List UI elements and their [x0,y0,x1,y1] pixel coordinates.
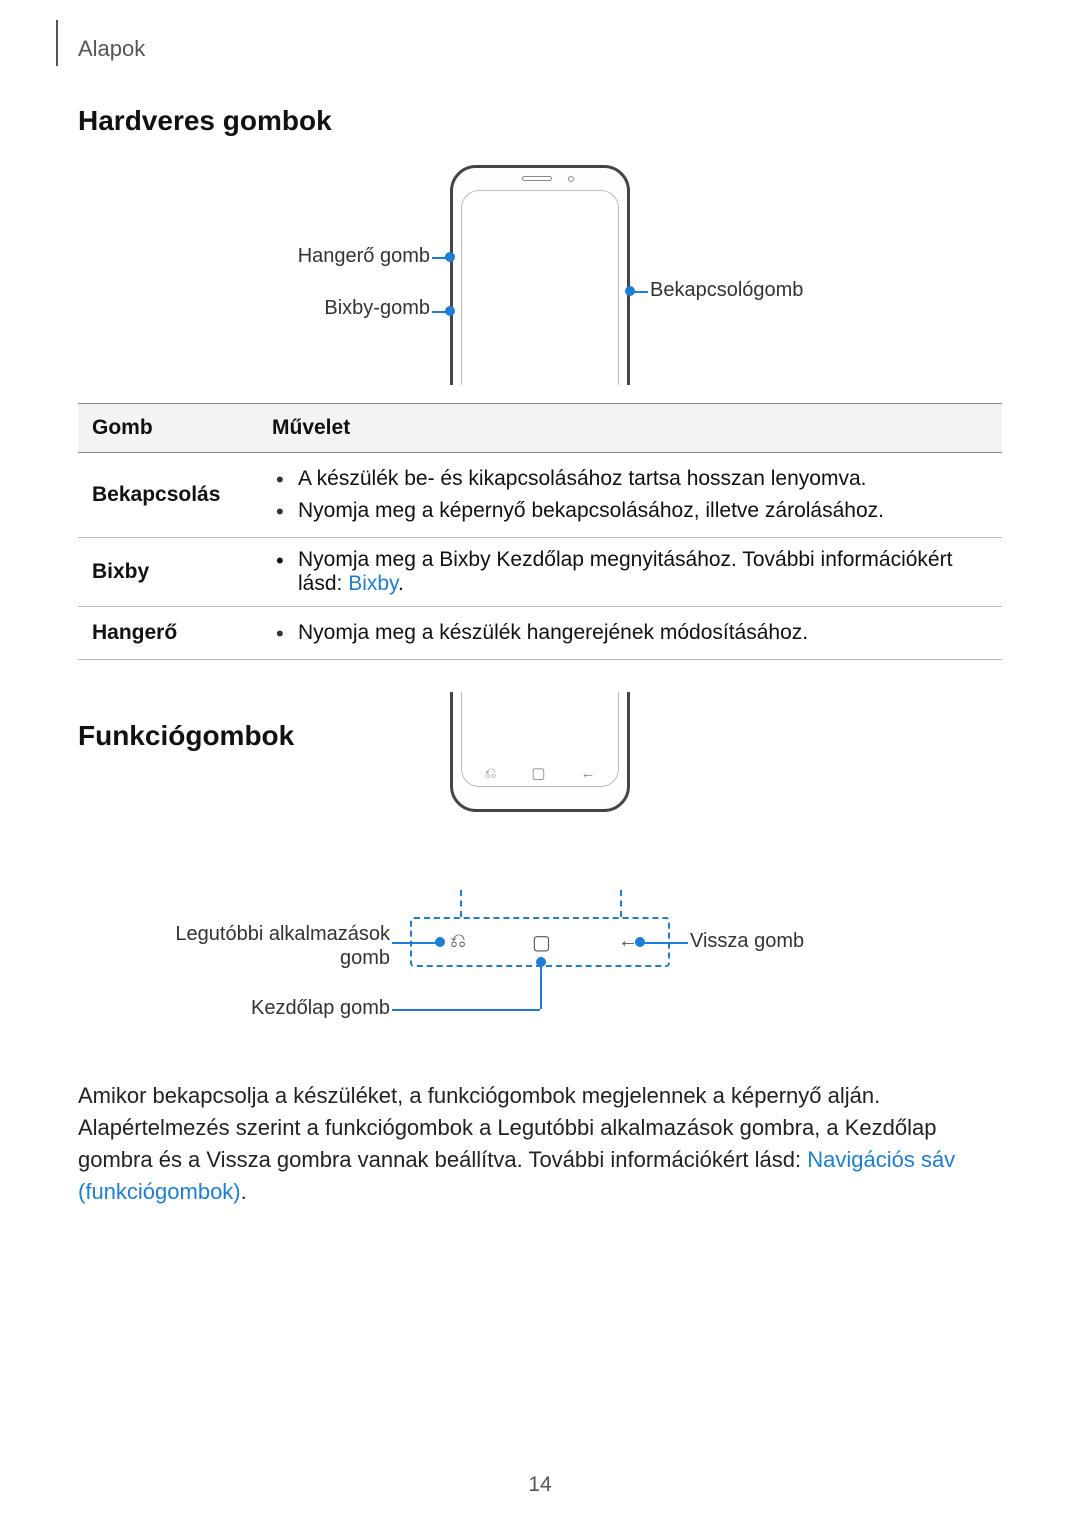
label-recents-key: Legutóbbi alkalmazások gomb [170,922,390,970]
label-power-key: Bekapcsológomb [650,279,803,302]
action-suffix: . [398,572,404,595]
action-item: Nyomja meg a képernyő bekapcsolásához, i… [272,495,988,527]
hardware-keys-table: Gomb Művelet Bekapcsolás A készülék be- … [78,403,1002,660]
page-content: Hardveres gombok Hangerő gomb Bixby-gomb… [78,105,1002,1208]
cell-action: Nyomja meg a készülék hangerejének módos… [258,607,1002,660]
heading-hardware-keys: Hardveres gombok [78,105,1002,137]
th-action: Művelet [258,404,1002,453]
para-suffix: . [241,1179,247,1204]
diagram-soft-keys: ⎌ ▢ ← ⎌ ▢ ← Legutóbbi alkalmazások gomb … [78,782,1002,1062]
cell-action: Nyomja meg a Bixby Kezdőlap megnyitásáho… [258,538,1002,607]
home-icon: ▢ [532,930,551,955]
cell-action: A készülék be- és kikapcsolásához tartsa… [258,453,1002,538]
cell-key: Bixby [78,538,258,607]
label-home-key: Kezdőlap gomb [251,997,390,1020]
cell-key: Hangerő [78,607,258,660]
phone-outline-bottom: ⎌ ▢ ← [450,692,630,912]
phone-outline-top [450,165,630,385]
recents-icon: ⎌ [450,930,466,953]
link-bixby[interactable]: Bixby [348,572,398,595]
recents-icon: ⎌ [484,765,496,782]
back-icon: ← [581,765,596,782]
diagram-hardware-keys: Hangerő gomb Bixby-gomb Bekapcsológomb [78,165,1002,385]
softkeys-paragraph: Amikor bekapcsolja a készüléket, a funkc… [78,1080,1002,1208]
action-item: A készülék be- és kikapcsolásához tartsa… [272,463,988,495]
label-bixby-key: Bixby-gomb [324,297,430,320]
cell-key: Bekapcsolás [78,453,258,538]
page-number: 14 [0,1473,1080,1497]
home-icon: ▢ [531,764,545,782]
table-row: Hangerő Nyomja meg a készülék hangerején… [78,607,1002,660]
label-back-key: Vissza gomb [690,930,804,953]
action-item: Nyomja meg a készülék hangerejének módos… [272,617,988,649]
table-row: Bekapcsolás A készülék be- és kikapcsolá… [78,453,1002,538]
table-row: Bixby Nyomja meg a Bixby Kezdőlap megnyi… [78,538,1002,607]
side-rule [56,20,58,66]
th-key: Gomb [78,404,258,453]
label-volume-key: Hangerő gomb [298,245,430,268]
section-header: Alapok [78,36,145,62]
